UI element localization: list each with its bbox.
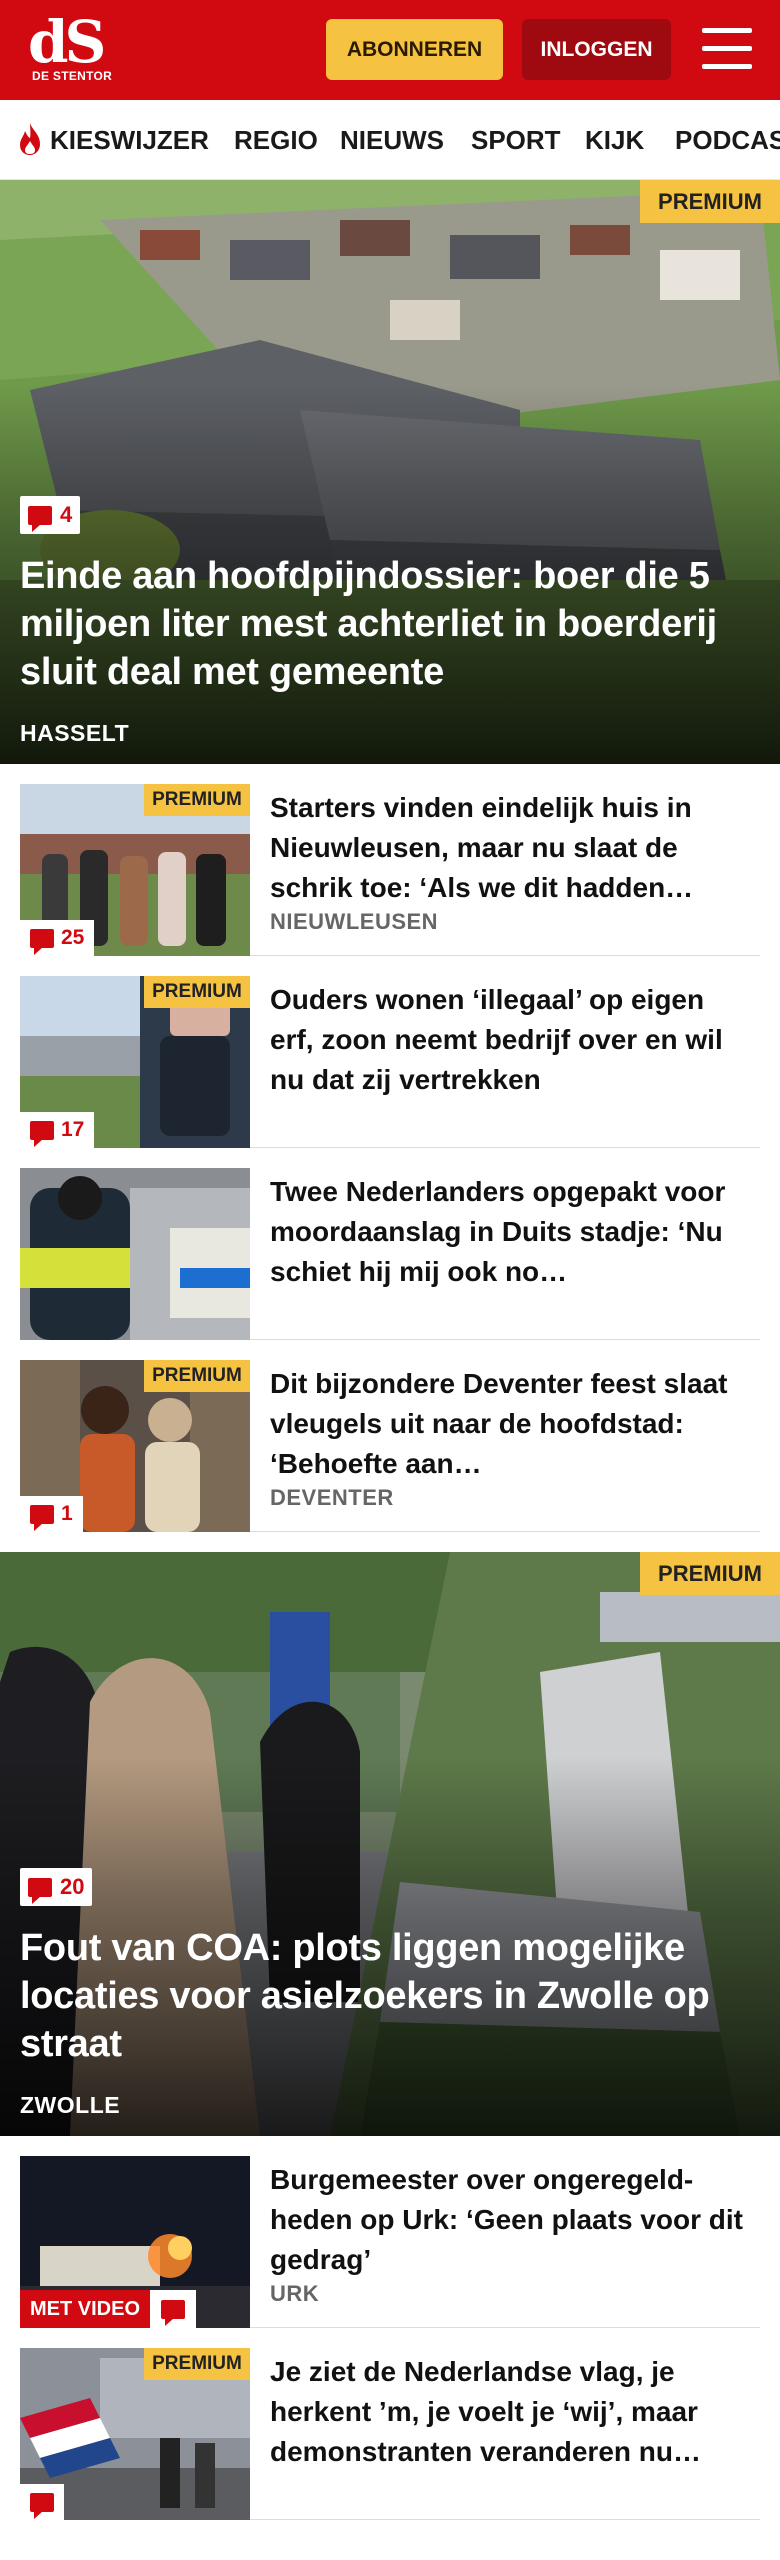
premium-badge: PREMIUM [144,784,250,816]
logo-mark: dS [28,8,106,76]
article-location: NIEUWLEUSEN [270,909,439,934]
nav-item-nieuws[interactable]: NIEUWS [340,122,444,158]
comment-count: 25 [61,926,85,949]
comment-count: 4 [60,502,73,527]
nav-item-kijk[interactable]: KIJK [585,122,644,158]
nav-item-kieswijzer[interactable]: KIESWIJZER [50,122,209,158]
nav-item-podcast[interactable]: PODCAST [675,122,780,158]
article-location: URK [270,2281,320,2306]
nav-item-sport[interactable]: SPORT [471,122,561,158]
subscribe-button[interactable]: ABONNEREN [326,19,503,80]
article-headline[interactable]: Dit bijzondere Deventer feest slaat vleu… [270,1364,750,1484]
list-item[interactable]: Twee Nederlanders opgepakt voor moordaan… [20,1148,760,1340]
article-thumbnail: PREMIUM 25 [20,784,250,956]
list-item[interactable]: PREMIUM 17 Ouders wonen ‘illegaal’ op ei… [20,956,760,1148]
logo-subtitle: DE STENTOR [32,69,113,83]
hero-article-hasselt[interactable]: PREMIUM 4 Einde aan hoofdpijndossier: bo… [0,180,780,764]
article-headline[interactable]: Burgemeester over ongeregeld-heden op Ur… [270,2160,750,2280]
list-item[interactable]: PREMIUM Je ziet de Nederlandse vlag, je … [20,2328,760,2520]
hamburger-icon[interactable] [700,26,754,72]
article-thumbnail: PREMIUM 17 [20,976,250,1148]
article-thumbnail: PREMIUM [20,2348,250,2520]
video-badge[interactable]: MET VIDEO [20,2290,197,2328]
comment-count-badge[interactable]: 20 [20,1868,93,1906]
comment-icon [28,505,52,532]
list-item[interactable]: PREMIUM 1 Dit bijzondere Deventer feest … [20,1340,760,1532]
hero-location: HASSELT [20,720,130,746]
comment-count-badge[interactable]: 17 [20,1112,95,1148]
comment-icon [30,928,54,955]
site-logo[interactable]: dS DE STENTOR [22,8,122,86]
article-thumbnail [20,1168,250,1340]
premium-badge: PREMIUM [144,1360,250,1392]
comment-icon [150,2290,197,2328]
flame-icon [20,123,40,155]
article-headline[interactable]: Twee Nederlanders opgepakt voor moordaan… [270,1172,750,1292]
premium-badge: PREMIUM [144,2348,250,2380]
comment-icon [28,1877,52,1904]
comment-count: 1 [61,1502,73,1525]
video-label: MET VIDEO [20,2290,151,2328]
comment-count-badge[interactable] [20,2484,64,2520]
list-item[interactable]: MET VIDEO Burgemeester over ongeregeld-h… [20,2136,760,2328]
article-thumbnail: PREMIUM 1 [20,1360,250,1532]
article-headline[interactable]: Ouders wonen ‘illegaal’ op eigen erf, zo… [270,980,750,1100]
comment-count: 20 [60,1874,85,1899]
premium-badge: PREMIUM [640,180,780,223]
thumbnail-image-police [20,1168,250,1340]
main-nav: KIESWIJZER REGIO NIEUWS SPORT KIJK PODCA… [0,100,780,180]
comment-count-badge[interactable]: 25 [20,920,95,956]
comment-icon [30,1504,54,1531]
article-headline[interactable]: Je ziet de Nederlandse vlag, je herkent … [270,2352,750,2472]
comment-icon [30,1120,54,1147]
list-item[interactable]: PREMIUM 25 Starters vinden eindelijk hui… [20,764,760,956]
premium-badge: PREMIUM [144,976,250,1008]
nav-item-regio[interactable]: REGIO [234,122,318,158]
hero-headline[interactable]: Fout van COA: plots liggen mogelijke loc… [20,1924,760,2068]
hero-location: ZWOLLE [20,2092,121,2118]
article-headline[interactable]: Starters vinden eindelijk huis in Nieuwl… [270,788,750,908]
hero-article-zwolle[interactable]: PREMIUM 20 Fout van COA: plots liggen mo… [0,1552,780,2136]
top-bar: dS DE STENTOR ABONNEREN INLOGGEN [0,0,780,100]
article-thumbnail: MET VIDEO [20,2156,250,2328]
comment-count-badge[interactable]: 4 [20,496,81,534]
comment-icon [30,2492,54,2519]
article-location: DEVENTER [270,1485,394,1510]
hero-headline[interactable]: Einde aan hoofdpijndossier: boer die 5 m… [20,552,760,696]
comment-count: 17 [61,1118,85,1141]
comment-count-badge[interactable]: 1 [20,1496,83,1532]
premium-badge: PREMIUM [640,1552,780,1595]
login-button[interactable]: INLOGGEN [522,19,671,80]
